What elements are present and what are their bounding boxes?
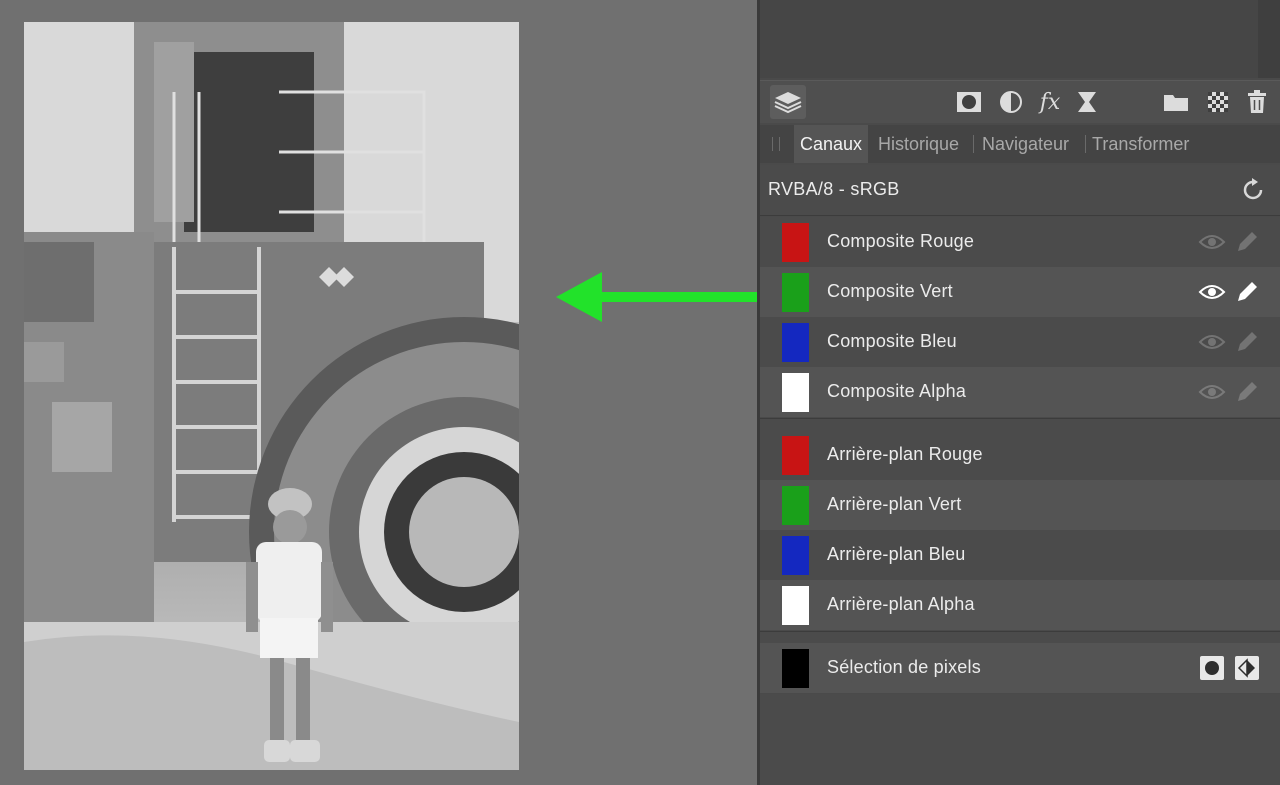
adjustment-icon[interactable] — [996, 87, 1026, 117]
channel-row-composite-rouge[interactable]: Composite Rouge — [760, 217, 1280, 267]
folder-icon[interactable] — [1161, 87, 1191, 117]
channel-label: Sélection de pixels — [827, 657, 981, 677]
channel-row-selection-pixels[interactable]: Sélection de pixels — [760, 643, 1280, 693]
channel-row-composite-alpha[interactable]: Composite Alpha — [760, 367, 1280, 417]
layers-icon[interactable] — [770, 85, 806, 119]
channel-thumbnail-alpha — [782, 586, 809, 625]
live-filter-icon[interactable] — [1072, 87, 1102, 117]
channel-row-composite-bleu[interactable]: Composite Bleu — [760, 317, 1280, 367]
trash-icon[interactable] — [1242, 87, 1272, 117]
edit-pencil-icon[interactable] — [1234, 279, 1260, 305]
panel-grip-handle[interactable] — [772, 137, 780, 151]
panel-scrollbar[interactable] — [1258, 0, 1280, 78]
channel-label: Arrière-plan Rouge — [827, 444, 983, 464]
channel-label: Arrière-plan Vert — [827, 494, 962, 514]
visibility-eye-icon[interactable] — [1198, 380, 1226, 404]
edit-pencil-icon[interactable] — [1234, 329, 1260, 355]
tab-separator — [973, 135, 974, 153]
green-arrow-annotation — [556, 272, 771, 322]
visibility-eye-icon[interactable] — [1198, 330, 1226, 354]
channel-row-arriere-plan-vert[interactable]: Arrière-plan Vert — [760, 480, 1280, 530]
tab-historique[interactable]: Historique — [878, 125, 959, 163]
channel-thumbnail-blue — [782, 323, 809, 362]
channel-label: Composite Bleu — [827, 331, 957, 351]
channel-thumbnail-blue — [782, 536, 809, 575]
panel-top-area — [760, 0, 1258, 78]
channel-label: Arrière-plan Bleu — [827, 544, 966, 564]
channel-thumbnail-red — [782, 223, 809, 262]
channel-thumbnail-selection — [782, 649, 809, 688]
edit-pencil-icon[interactable] — [1234, 379, 1260, 405]
fx-icon[interactable]: fx — [1035, 87, 1065, 117]
channel-label: Composite Rouge — [827, 231, 975, 251]
tab-navigateur[interactable]: Navigateur — [982, 125, 1069, 163]
canvas-area[interactable] — [0, 0, 771, 785]
channel-thumbnail-red — [782, 436, 809, 475]
tab-canaux[interactable]: Canaux — [794, 125, 869, 163]
checkerboard-icon[interactable] — [1203, 87, 1233, 117]
edit-pencil-icon[interactable] — [1234, 229, 1260, 255]
channel-thumbnail-green — [782, 486, 809, 525]
selection-mask-icon[interactable] — [1200, 656, 1224, 680]
channel-label: Arrière-plan Alpha — [827, 594, 975, 614]
channel-thumbnail-alpha — [782, 373, 809, 412]
reset-icon[interactable] — [1240, 177, 1266, 203]
channel-label: Composite Alpha — [827, 381, 967, 401]
channel-label: Composite Vert — [827, 281, 953, 301]
tab-separator — [1085, 135, 1086, 153]
visibility-eye-icon[interactable] — [1198, 230, 1226, 254]
channels-panel: fx Canaux Historique Navigateur Transfor… — [757, 0, 1280, 785]
channel-row-arriere-plan-alpha[interactable]: Arrière-plan Alpha — [760, 580, 1280, 630]
tab-transformer[interactable]: Transformer — [1092, 125, 1189, 163]
channel-row-composite-vert[interactable]: Composite Vert — [760, 267, 1280, 317]
channel-row-arriere-plan-rouge[interactable]: Arrière-plan Rouge — [760, 430, 1280, 480]
invert-selection-icon[interactable] — [1235, 656, 1259, 680]
channel-thumbnail-green — [782, 273, 809, 312]
mask-icon[interactable] — [954, 87, 984, 117]
color-format-label: RVBA/8 - sRGB — [768, 179, 900, 199]
layers-toolbar: fx — [760, 80, 1280, 123]
panel-tabs: Canaux Historique Navigateur Transformer — [760, 125, 1280, 163]
channel-row-arriere-plan-bleu[interactable]: Arrière-plan Bleu — [760, 530, 1280, 580]
fx-label: fx — [1039, 89, 1061, 115]
document-photo[interactable] — [24, 22, 519, 770]
format-row: RVBA/8 - sRGB — [760, 165, 1280, 216]
panel-empty-area — [760, 694, 1280, 785]
visibility-eye-icon[interactable] — [1198, 280, 1226, 304]
